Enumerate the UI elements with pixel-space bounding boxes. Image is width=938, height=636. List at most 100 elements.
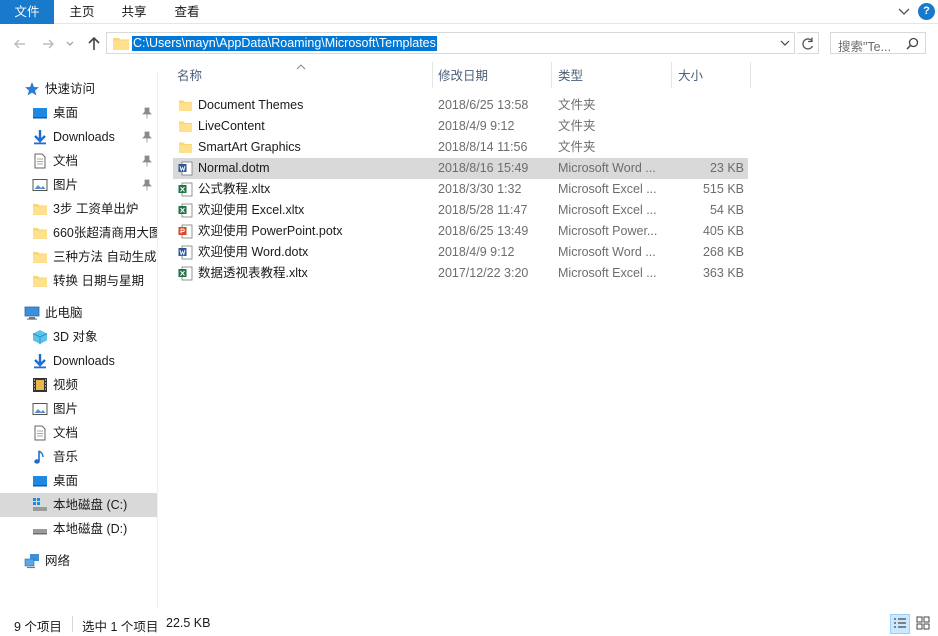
tab-share[interactable]: 共享 <box>112 0 156 24</box>
sidebar-item-documents[interactable]: 文档 <box>0 149 157 173</box>
sidebar-item-local-disk-c[interactable]: 本地磁盘 (C:) <box>0 493 157 517</box>
sidebar-item-folder[interactable]: 三种方法 自动生成序号 <box>0 245 157 269</box>
tab-file[interactable]: 文件 <box>0 0 54 24</box>
word-file-icon <box>178 161 193 176</box>
file-name: 欢迎使用 PowerPoint.potx <box>198 224 343 238</box>
sidebar-item-folder[interactable]: 转换 日期与星期 <box>0 269 157 293</box>
column-header-size[interactable]: 大小 <box>678 62 703 90</box>
file-size: 23 KB <box>709 161 744 175</box>
sidebar-item-desktop[interactable]: 桌面 <box>0 101 157 125</box>
sidebar-item-music[interactable]: 音乐 <box>0 445 157 469</box>
back-arrow-icon[interactable] <box>10 34 30 54</box>
navigation-pane[interactable]: 快速访问 桌面 Downloads 文档 图片 3步 工资单出炉 660张超清商… <box>0 72 158 608</box>
column-header-date[interactable]: 修改日期 <box>438 62 488 90</box>
file-row[interactable]: Document Themes 2018/6/25 13:58 文件夹 <box>173 95 748 116</box>
column-divider[interactable] <box>750 62 751 88</box>
sidebar-item-pictures[interactable]: 图片 <box>0 173 157 197</box>
sidebar-item-desktop[interactable]: 桌面 <box>0 469 157 493</box>
column-header-name[interactable]: 名称 <box>177 62 202 90</box>
sidebar-item-pictures[interactable]: 图片 <box>0 397 157 421</box>
file-name: LiveContent <box>198 119 265 133</box>
large-icons-view-button[interactable] <box>914 614 934 634</box>
star-icon <box>24 81 40 97</box>
file-row[interactable]: LiveContent 2018/4/9 9:12 文件夹 <box>173 116 748 137</box>
file-type: 文件夹 <box>558 119 596 133</box>
file-date: 2018/6/25 13:58 <box>438 98 529 112</box>
search-box[interactable]: 搜索"Te... <box>830 32 926 54</box>
word-file-icon <box>178 245 193 260</box>
address-bar[interactable]: C:\Users\mayn\AppData\Roaming\Microsoft\… <box>106 32 795 54</box>
sidebar-item-label: 3步 工资单出炉 <box>53 202 139 216</box>
file-row[interactable]: 欢迎使用 PowerPoint.potx 2018/6/25 13:49 Mic… <box>173 221 748 242</box>
file-date: 2018/3/30 1:32 <box>438 182 522 196</box>
3d-objects-icon <box>32 329 48 345</box>
sidebar-item-network[interactable]: 网络 <box>0 549 157 573</box>
file-row[interactable]: SmartArt Graphics 2018/8/14 11:56 文件夹 <box>173 137 748 158</box>
file-row[interactable]: 数据透视表教程.xltx 2017/12/22 3:20 Microsoft E… <box>173 263 748 284</box>
sidebar-item-quick-access[interactable]: 快速访问 <box>0 77 157 101</box>
video-icon <box>32 377 48 393</box>
folder-icon <box>178 140 193 155</box>
search-icon[interactable] <box>906 37 919 50</box>
windows-drive-icon <box>32 497 48 513</box>
sidebar-item-label: 3D 对象 <box>53 330 98 344</box>
file-row[interactable]: 欢迎使用 Word.dotx 2018/4/9 9:12 Microsoft W… <box>173 242 748 263</box>
pictures-icon <box>32 177 48 193</box>
column-divider[interactable] <box>551 62 552 88</box>
refresh-icon <box>802 37 814 50</box>
sidebar-item-local-disk-d[interactable]: 本地磁盘 (D:) <box>0 517 157 541</box>
sidebar-item-folder[interactable]: 3步 工资单出炉 <box>0 197 157 221</box>
refresh-button[interactable] <box>797 32 819 54</box>
file-row[interactable]: Normal.dotm 2018/8/16 15:49 Microsoft Wo… <box>173 158 748 179</box>
recent-locations-chevron-icon[interactable] <box>64 36 76 52</box>
status-bar: 9 个项目 选中 1 个项目 22.5 KB <box>0 612 938 636</box>
file-date: 2018/4/9 9:12 <box>438 119 515 133</box>
chevron-down-icon[interactable] <box>896 3 912 19</box>
pictures-icon <box>32 401 48 417</box>
help-button[interactable]: ? <box>918 3 935 20</box>
sidebar-item-documents[interactable]: 文档 <box>0 421 157 445</box>
download-icon <box>32 353 48 369</box>
large-icons-view-icon <box>916 616 930 630</box>
forward-arrow-icon[interactable] <box>38 34 58 54</box>
sidebar-item-label: 本地磁盘 (C:) <box>53 498 128 512</box>
sidebar-item-label: 本地磁盘 (D:) <box>53 522 128 536</box>
tab-home[interactable]: 主页 <box>60 0 104 24</box>
sidebar-item-downloads[interactable]: Downloads <box>0 125 157 149</box>
sidebar-item-label: Downloads <box>53 130 115 144</box>
tab-view[interactable]: 查看 <box>164 0 210 24</box>
network-icon <box>24 553 40 569</box>
sidebar-item-3d-objects[interactable]: 3D 对象 <box>0 325 157 349</box>
sidebar-item-videos[interactable]: 视频 <box>0 373 157 397</box>
sidebar-item-folder[interactable]: 660张超清商用大图 <box>0 221 157 245</box>
document-icon <box>32 425 48 441</box>
pin-icon[interactable] <box>142 107 152 119</box>
file-size: 268 KB <box>702 245 744 259</box>
sidebar-item-label: 三种方法 自动生成序号 <box>53 250 157 264</box>
pin-icon[interactable] <box>142 179 152 191</box>
file-type: Microsoft Power... <box>558 224 658 238</box>
details-view-button[interactable] <box>890 614 910 634</box>
search-input[interactable]: 搜索"Te... <box>838 36 891 55</box>
file-name: Normal.dotm <box>198 161 270 175</box>
sidebar-item-this-pc[interactable]: 此电脑 <box>0 301 157 325</box>
address-dropdown-icon[interactable] <box>779 37 791 49</box>
up-arrow-icon[interactable] <box>84 34 104 54</box>
pin-icon[interactable] <box>142 155 152 167</box>
file-name: 公式教程.xltx <box>198 182 271 196</box>
column-divider[interactable] <box>432 62 433 88</box>
file-type: Microsoft Excel ... <box>558 203 657 217</box>
column-divider[interactable] <box>671 62 672 88</box>
file-date: 2018/8/14 11:56 <box>438 140 528 154</box>
file-row[interactable]: 欢迎使用 Excel.xltx 2018/5/28 11:47 Microsof… <box>173 200 748 221</box>
folder-icon <box>32 249 48 265</box>
file-size: 515 KB <box>702 182 744 196</box>
file-name: 欢迎使用 Excel.xltx <box>198 203 305 217</box>
sidebar-item-downloads[interactable]: Downloads <box>0 349 157 373</box>
file-row[interactable]: 公式教程.xltx 2018/3/30 1:32 Microsoft Excel… <box>173 179 748 200</box>
sidebar-item-label: 快速访问 <box>45 82 96 96</box>
file-size: 363 KB <box>702 266 744 280</box>
address-path-text[interactable]: C:\Users\mayn\AppData\Roaming\Microsoft\… <box>132 36 437 51</box>
column-header-type[interactable]: 类型 <box>558 62 583 90</box>
pin-icon[interactable] <box>142 131 152 143</box>
